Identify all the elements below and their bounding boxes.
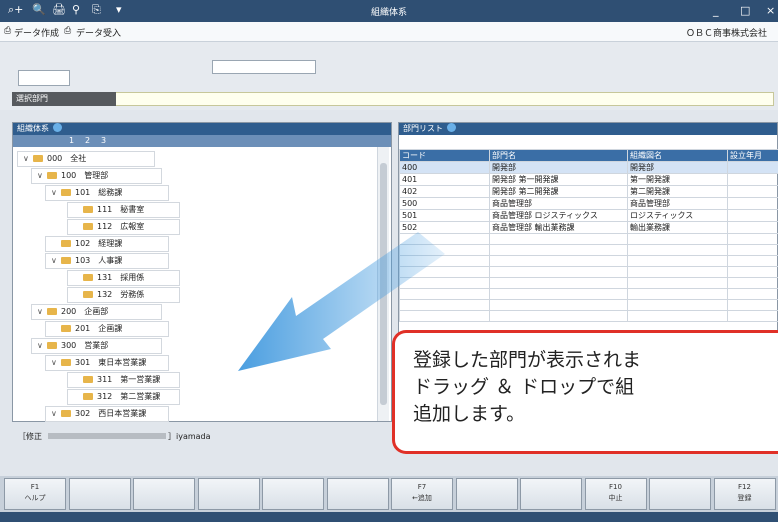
callout-box: 登録した部門が表示されま ドラッグ ＆ ドロップで組 追加します。: [392, 330, 778, 454]
callout-line-3: 追加します。: [413, 403, 526, 425]
callout-line-2: ドラッグ ＆ ドロップで組: [413, 376, 635, 398]
callout-line-1: 登録した部門が表示されま: [413, 349, 642, 371]
